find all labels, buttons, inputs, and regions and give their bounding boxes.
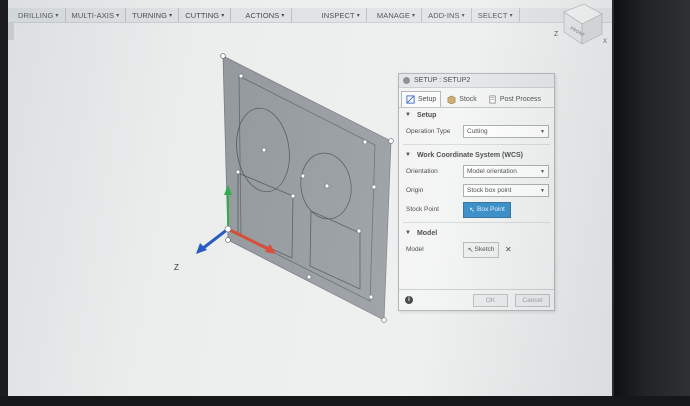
ok-button[interactable]: OK xyxy=(473,293,508,307)
origin-label: Origin xyxy=(406,187,424,194)
box-point-label: Box Point xyxy=(477,206,505,213)
tab-stock-label: Stock xyxy=(459,96,477,103)
model-row: Model ↖ Sketch ✕ xyxy=(399,240,554,259)
monitor-bezel-bottom xyxy=(0,396,690,406)
tab-setup[interactable]: Setup xyxy=(401,91,442,107)
wcs-section-heading: Work Coordinate System (WCS) xyxy=(416,151,524,159)
viewcube[interactable]: FRONT Z X xyxy=(550,4,610,48)
setup-icon xyxy=(406,95,415,104)
chevron-down-icon: ▼ xyxy=(540,187,545,194)
clear-selection-icon[interactable]: ✕ xyxy=(505,245,512,254)
orientation-row: Orientation Model orientation ▼ xyxy=(399,162,554,181)
tab-setup-label: Setup xyxy=(418,96,437,103)
setup-section-heading: Setup xyxy=(416,111,437,119)
origin-value: Stock box point xyxy=(467,187,512,194)
model-label: Model xyxy=(406,246,424,253)
setup-section-header[interactable]: ▼ Setup xyxy=(399,108,554,122)
tab-post-process-label: Post Process xyxy=(499,96,542,103)
plate-body[interactable] xyxy=(222,55,392,321)
orientation-label: Orientation xyxy=(406,168,438,175)
operation-type-select[interactable]: Cutting ▼ xyxy=(463,125,549,138)
stock-icon xyxy=(447,95,456,104)
divider xyxy=(403,222,550,223)
viewcube-x-label: X xyxy=(603,39,607,45)
origin-row: Origin Stock box point ▼ xyxy=(399,181,554,200)
tab-stock[interactable]: Stock xyxy=(442,91,482,107)
operation-type-row: Operation Type Cutting ▼ xyxy=(399,122,554,141)
monitor-bezel-right xyxy=(614,0,690,406)
dialog-title-bar[interactable]: SETUP : SETUP2 xyxy=(399,74,554,88)
operation-type-label: Operation Type xyxy=(406,128,451,135)
model-section-heading: Model xyxy=(416,229,438,237)
wcs-section-header[interactable]: ▼ Work Coordinate System (WCS) xyxy=(399,148,554,162)
stock-point-row: Stock Point ↖ Box Point xyxy=(399,200,554,219)
operation-type-value: Cutting xyxy=(467,128,488,135)
collapse-triangle-icon: ▼ xyxy=(405,152,411,158)
box-point-button[interactable]: ↖ Box Point xyxy=(463,201,511,218)
chevron-down-icon: ▼ xyxy=(540,128,545,135)
tab-post-process[interactable]: Post Process xyxy=(483,91,546,107)
app-window: DRILLING ▾ MULTI-AXIS ▾ TURNING ▾ CUTTING ▾ … xyxy=(8,0,614,396)
viewcube-z-label: Z xyxy=(554,31,559,38)
sketch-selection-button[interactable]: ↖ Sketch xyxy=(463,241,499,258)
dialog-title: SETUP : SETUP2 xyxy=(414,77,471,84)
cursor-arrow-icon: ↖ xyxy=(467,246,474,254)
orientation-value: Model orientation xyxy=(467,168,517,175)
sketch-label: Sketch xyxy=(474,246,495,253)
cancel-button[interactable]: Cancel xyxy=(515,293,550,307)
cursor-arrow-icon: ↖ xyxy=(469,206,476,214)
stock-point-label: Stock Point xyxy=(406,206,439,213)
dialog-footer: i OK Cancel xyxy=(399,289,554,310)
setup-dialog-icon xyxy=(403,77,410,84)
collapse-triangle-icon: ▼ xyxy=(405,112,411,118)
info-icon[interactable]: i xyxy=(405,296,413,304)
model-section-header[interactable]: ▼ Model xyxy=(399,226,554,240)
dialog-tabs: Setup Stock Post Process xyxy=(399,91,554,108)
origin-select[interactable]: Stock box point ▼ xyxy=(463,184,549,197)
post-process-icon xyxy=(489,95,496,104)
triad-z-label: Z xyxy=(174,263,179,272)
setup-dialog: SETUP : SETUP2 Setup Stock Post Process … xyxy=(398,73,555,311)
collapse-triangle-icon: ▼ xyxy=(405,230,411,236)
chevron-down-icon: ▼ xyxy=(540,168,545,175)
divider xyxy=(403,144,550,145)
orientation-select[interactable]: Model orientation ▼ xyxy=(463,165,549,178)
